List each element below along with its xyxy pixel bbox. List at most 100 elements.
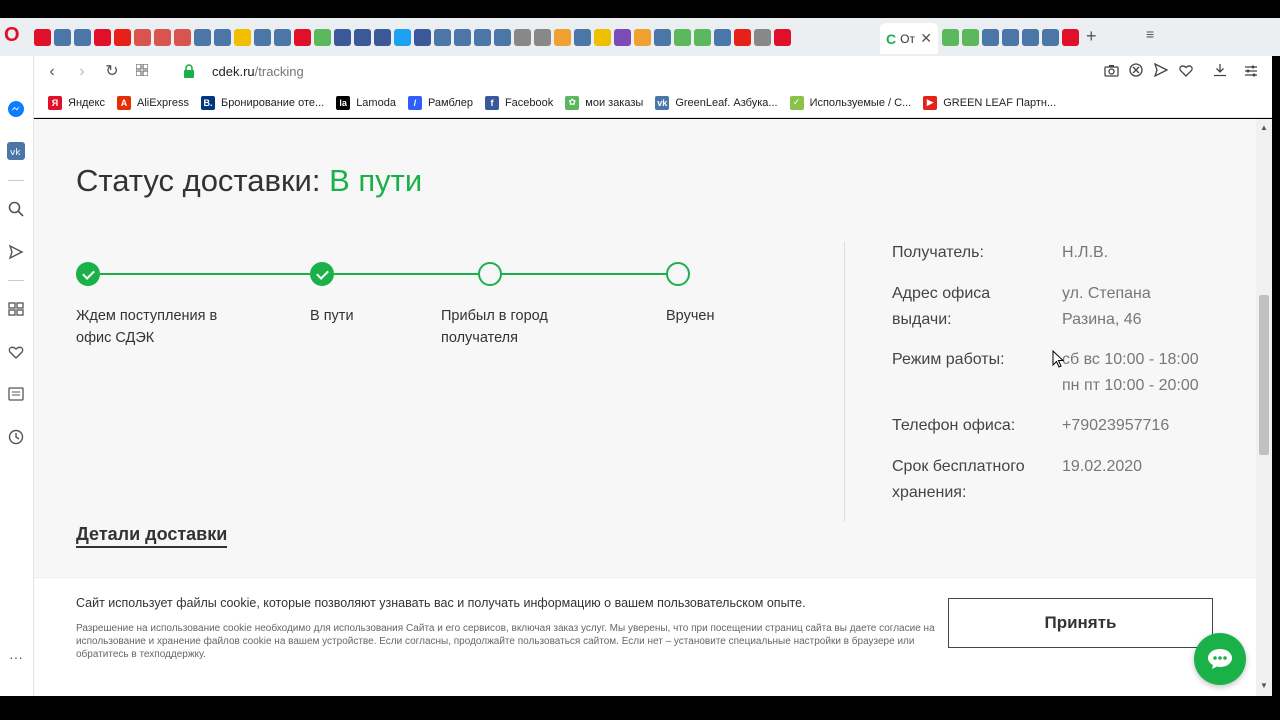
bookmark-item[interactable]: / Рамблер [407,95,473,110]
scroll-thumb[interactable] [1259,295,1269,455]
tab-favicon-icon[interactable] [1042,29,1059,46]
bookmark-label: Используемые / С... [809,96,912,109]
tab-favicon-icon[interactable] [334,29,351,46]
tab-favicon-icon[interactable] [74,29,91,46]
tab-favicon-icon[interactable] [214,29,231,46]
bookmark-item[interactable]: ▶ GREEN LEAF Партн... [923,95,1057,110]
download-icon[interactable] [1211,63,1229,81]
bookmark-item[interactable]: Я Яндекс [48,95,105,110]
bookmark-item[interactable]: f Facebook [484,95,553,110]
page-title: Статус доставки: В пути [76,163,422,199]
news-icon[interactable] [5,383,27,405]
easy-setup-icon[interactable] [1242,63,1260,81]
tab-favicon-icon[interactable] [154,29,171,46]
tab-favicon-icon[interactable] [962,29,979,46]
tab-favicon-icon[interactable] [734,29,751,46]
reload-icon[interactable]: ↻ [102,62,122,82]
bookmark-label: GREEN LEAF Партн... [943,96,1057,109]
phone-value[interactable]: +79023957716 [1062,413,1169,439]
forward-icon[interactable]: › [72,62,92,82]
tab-favicon-icon[interactable] [554,29,571,46]
tab-favicon-icon[interactable] [694,29,711,46]
page-scrollbar[interactable]: ▲ ▼ [1256,119,1272,696]
delivery-timeline: Ждем поступления в офис СДЭК В пути Приб… [76,261,714,361]
tab-favicon-icon[interactable] [134,29,151,46]
status-prefix: Статус доставки: [76,163,330,198]
bookmark-item[interactable]: ✓ Используемые / С... [789,95,912,110]
send-page-icon[interactable] [1152,62,1170,81]
tab-favicon-icon[interactable] [354,29,371,46]
accept-cookies-button[interactable]: Принять [948,598,1213,648]
recipient-label: Получатель: [892,244,984,261]
tab-favicon-icon[interactable] [594,29,611,46]
messenger-icon[interactable] [5,98,27,120]
timeline-step-label: Ждем поступления в офис СДЭК [76,308,218,346]
send-icon[interactable] [5,241,27,263]
leaf-icon: ✓ [789,95,804,110]
vk-sidebar-icon[interactable]: vk [5,140,27,162]
browser-sidebar: vk ··· [0,56,34,696]
tab-favicon-icon[interactable] [194,29,211,46]
tab-favicon-icon[interactable] [654,29,671,46]
tab-favicon-icon[interactable] [314,29,331,46]
tab-favicon-icon[interactable] [1022,29,1039,46]
tab-favicon-icon[interactable] [174,29,191,46]
tab-favicon-icon[interactable] [1002,29,1019,46]
tab-favicon-icon[interactable] [474,29,491,46]
history-icon[interactable] [5,426,27,448]
bookmark-item[interactable]: vk GreenLeaf. Азбука... [655,95,778,110]
bookmark-item[interactable]: ✿ мои заказы [565,95,643,110]
bookmark-item[interactable]: A AliExpress [117,95,189,110]
tab-favicon-icon[interactable] [514,29,531,46]
tab-favicon-icon[interactable] [394,29,411,46]
delivery-details-link[interactable]: Детали доставки [76,524,228,548]
tab-favicon-icon[interactable] [414,29,431,46]
speed-dial-icon[interactable] [5,298,27,320]
opera-logo[interactable]: O [4,24,24,46]
search-icon[interactable] [5,198,27,220]
tabs-grid-icon[interactable] [132,62,152,82]
scroll-down-icon[interactable]: ▼ [1260,681,1268,690]
tab-favicon-icon[interactable] [454,29,471,46]
tab-favicon-icon[interactable] [1062,29,1079,46]
tab-favicon-icon[interactable] [754,29,771,46]
tab-favicon-icon[interactable] [294,29,311,46]
adblock-icon[interactable] [1127,63,1145,81]
tab-favicon-icon[interactable] [254,29,271,46]
close-tab-icon[interactable]: ✕ [920,30,932,47]
active-tab-title: От [900,31,915,46]
tab-menu-icon[interactable]: ≡ [1146,26,1154,42]
timeline-step-label: Прибыл в город получателя [441,308,548,346]
new-tab-button[interactable]: + [1086,26,1097,47]
tab-favicon-icon[interactable] [234,29,251,46]
tab-favicon-icon[interactable] [54,29,71,46]
tab-favicon-icon[interactable] [942,29,959,46]
tab-favicon-icon[interactable] [34,29,51,46]
camera-icon[interactable] [1102,63,1120,81]
tab-favicon-icon[interactable] [114,29,131,46]
tab-favicon-icon[interactable] [634,29,651,46]
url-path: /tracking [254,64,304,79]
back-icon[interactable]: ‹ [42,62,62,82]
tab-favicon-icon[interactable] [534,29,551,46]
more-icon[interactable]: ··· [5,646,27,668]
scroll-up-icon[interactable]: ▲ [1260,123,1268,132]
bookmark-item[interactable]: la Lamoda [336,95,396,110]
tab-favicon-icon[interactable] [774,29,791,46]
bookmark-item[interactable]: B. Бронирование оте... [200,95,324,110]
tab-favicon-icon[interactable] [574,29,591,46]
heart-icon[interactable] [5,341,27,363]
tab-favicon-icon[interactable] [374,29,391,46]
tab-favicon-icon[interactable] [494,29,511,46]
tab-favicon-icon[interactable] [614,29,631,46]
tab-favicon-icon[interactable] [714,29,731,46]
url-input[interactable]: cdek.ru/tracking [212,64,304,79]
bookmark-heart-icon[interactable] [1177,63,1195,81]
tab-favicon-icon[interactable] [274,29,291,46]
tab-favicon-icon[interactable] [94,29,111,46]
tab-favicon-icon[interactable] [982,29,999,46]
tab-favicon-icon[interactable] [434,29,451,46]
tab-favicon-icon[interactable] [674,29,691,46]
chat-button[interactable] [1194,633,1246,685]
active-tab[interactable]: C От ✕ [880,23,938,54]
